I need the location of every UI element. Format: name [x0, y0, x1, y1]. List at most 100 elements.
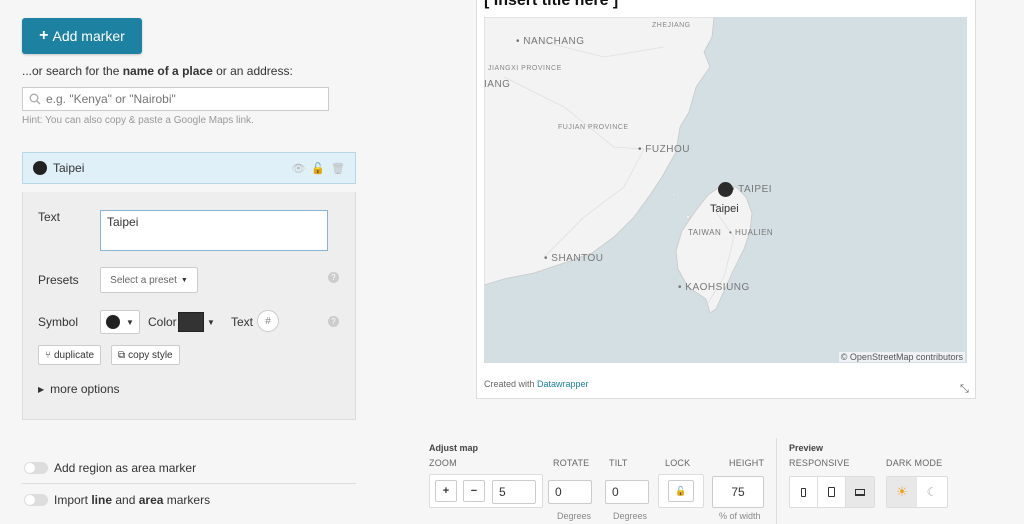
light-mode-button[interactable]: ☀	[887, 477, 917, 507]
search-icon	[29, 93, 41, 105]
search-hint: Hint: You can also copy & paste a Google…	[22, 115, 254, 126]
marker-text-field[interactable]: Taipei	[100, 210, 328, 251]
zoom-out-button[interactable]: −	[463, 480, 485, 502]
dark-mode-button[interactable]: ☾	[917, 477, 947, 507]
duplicate-button[interactable]: ⑂ duplicate	[38, 345, 102, 365]
duplicate-icon: ⑂	[45, 349, 51, 361]
zoom-label: ZOOM	[429, 458, 457, 468]
rotate-label: ROTATE	[553, 458, 590, 468]
rotate-unit: Degrees	[557, 511, 592, 521]
caret-down-icon: ▼	[126, 317, 134, 327]
add-region-toggle-row[interactable]: Add region as area marker	[24, 461, 196, 475]
more-options-toggle[interactable]: ▶ more options	[38, 382, 120, 396]
search-instructions: ...or search for the name of a place or …	[22, 64, 293, 78]
caret-down-icon: ▼	[207, 317, 215, 327]
map-label-kaohsiung: • KAOHSIUNG	[678, 282, 750, 293]
import-label: Import line and area markers	[54, 493, 211, 507]
resize-handle-icon[interactable]: ⤡	[960, 383, 969, 396]
preview-title: Preview	[789, 443, 824, 453]
height-unit: % of width	[719, 511, 761, 521]
responsive-label: RESPONSIVE	[789, 458, 850, 468]
desktop-preview-button[interactable]	[846, 477, 874, 507]
more-options-label: more options	[50, 382, 120, 396]
map-canvas[interactable]: ZHEJIANG • NANCHANG JIANGXI PROVINCE IAN…	[484, 17, 967, 363]
copy-style-button[interactable]: ⧉ copy style	[111, 345, 180, 365]
preset-select-label: Select a preset	[110, 274, 177, 286]
map-label-jiangxi: JIANGXI PROVINCE	[488, 65, 562, 72]
trash-icon[interactable]: 🗑	[331, 162, 345, 175]
tilt-unit: Degrees	[613, 511, 648, 521]
desktop-icon	[855, 488, 865, 496]
search-input[interactable]	[46, 92, 306, 106]
map-label-taipei-city: • TAIPEI	[731, 184, 773, 195]
map-title[interactable]: [ Insert title here ]	[484, 0, 618, 10]
import-toggle-row[interactable]: Import line and area markers	[24, 493, 210, 507]
map-label-zhejiang: ZHEJIANG	[652, 22, 691, 29]
plus-icon: +	[442, 485, 450, 497]
unlock-icon: 🔓	[675, 485, 687, 496]
circle-symbol-icon	[106, 315, 121, 329]
minus-icon: −	[470, 485, 478, 497]
divider	[22, 483, 356, 484]
eye-icon[interactable]: 👁	[291, 162, 305, 175]
taipei-marker-label[interactable]: Taipei	[710, 203, 739, 215]
text-label: Text	[38, 210, 61, 224]
dark-mode-toggle-group: ☀ ☾	[886, 476, 948, 508]
tablet-preview-button[interactable]	[818, 477, 846, 507]
add-region-label: Add region as area marker	[54, 461, 197, 475]
add-marker-button[interactable]: + Add marker	[22, 18, 142, 54]
taipei-marker-dot[interactable]	[718, 182, 733, 197]
phone-icon	[801, 487, 806, 497]
presets-label: Presets	[38, 273, 79, 287]
copy-style-label: copy style	[128, 349, 173, 361]
triangle-right-icon: ▶	[38, 384, 45, 394]
height-input[interactable]: 75	[712, 476, 764, 508]
marker-dot-icon	[33, 161, 47, 175]
lock-label: LOCK	[665, 458, 691, 468]
add-region-toggle[interactable]	[24, 462, 48, 474]
responsive-toggle-group	[789, 476, 875, 508]
lock-toggle-button[interactable]: 🔓	[668, 480, 694, 502]
map-label-fujian: FUJIAN PROVINCE	[558, 124, 629, 131]
help-icon[interactable]: ?	[328, 316, 339, 327]
tilt-input[interactable]: 0	[605, 480, 649, 504]
color-picker[interactable]: ▼	[178, 310, 222, 334]
map-attribution[interactable]: © OpenStreetMap contributors	[838, 352, 965, 362]
dark-mode-label: DARK MODE	[886, 458, 943, 468]
map-label-shantou: • SHANTOU	[544, 253, 604, 264]
color-label: Color	[148, 315, 177, 329]
map-label-taiwan: TAIWAN	[688, 228, 722, 237]
map-label-fuzhou: • FUZHOU	[638, 144, 690, 155]
tilt-label: TILT	[609, 458, 628, 468]
symbol-select[interactable]: ▼	[100, 310, 140, 334]
symbol-label: Symbol	[38, 315, 79, 329]
text-symbol-input[interactable]: #	[257, 310, 279, 332]
adjust-map-title: Adjust map	[429, 443, 479, 453]
rotate-input[interactable]: 0	[548, 480, 592, 504]
caret-down-icon: ▼	[180, 276, 188, 284]
sun-icon: ☀	[896, 484, 908, 499]
height-label: HEIGHT	[729, 458, 765, 468]
tablet-icon	[828, 487, 835, 497]
mobile-preview-button[interactable]	[790, 477, 818, 507]
import-toggle[interactable]	[24, 494, 48, 506]
text-icon-label: Text	[231, 315, 254, 329]
copy-icon: ⧉	[118, 349, 126, 361]
unlock-icon[interactable]: 🔓	[311, 162, 325, 175]
preset-select[interactable]: Select a preset ▼	[100, 267, 198, 293]
zoom-in-button[interactable]: +	[435, 480, 457, 502]
map-label-nanchang: • NANCHANG	[516, 36, 585, 47]
created-with-credit: Created with Datawrapper	[484, 379, 589, 389]
place-search-field[interactable]	[22, 87, 329, 111]
duplicate-label: duplicate	[54, 349, 95, 361]
add-marker-label: Add marker	[52, 28, 125, 44]
divider	[776, 438, 777, 524]
marker-list-item-taipei[interactable]: Taipei 👁 🔓 🗑	[22, 152, 356, 184]
help-icon[interactable]: ?	[328, 272, 339, 283]
moon-icon: ☾	[926, 485, 938, 499]
zoom-input[interactable]: 5	[492, 480, 536, 504]
datawrapper-link[interactable]: Datawrapper	[537, 379, 589, 389]
marker-name: Taipei	[53, 161, 85, 175]
color-swatch	[178, 312, 204, 332]
map-label-jiang: IANG	[484, 79, 511, 90]
